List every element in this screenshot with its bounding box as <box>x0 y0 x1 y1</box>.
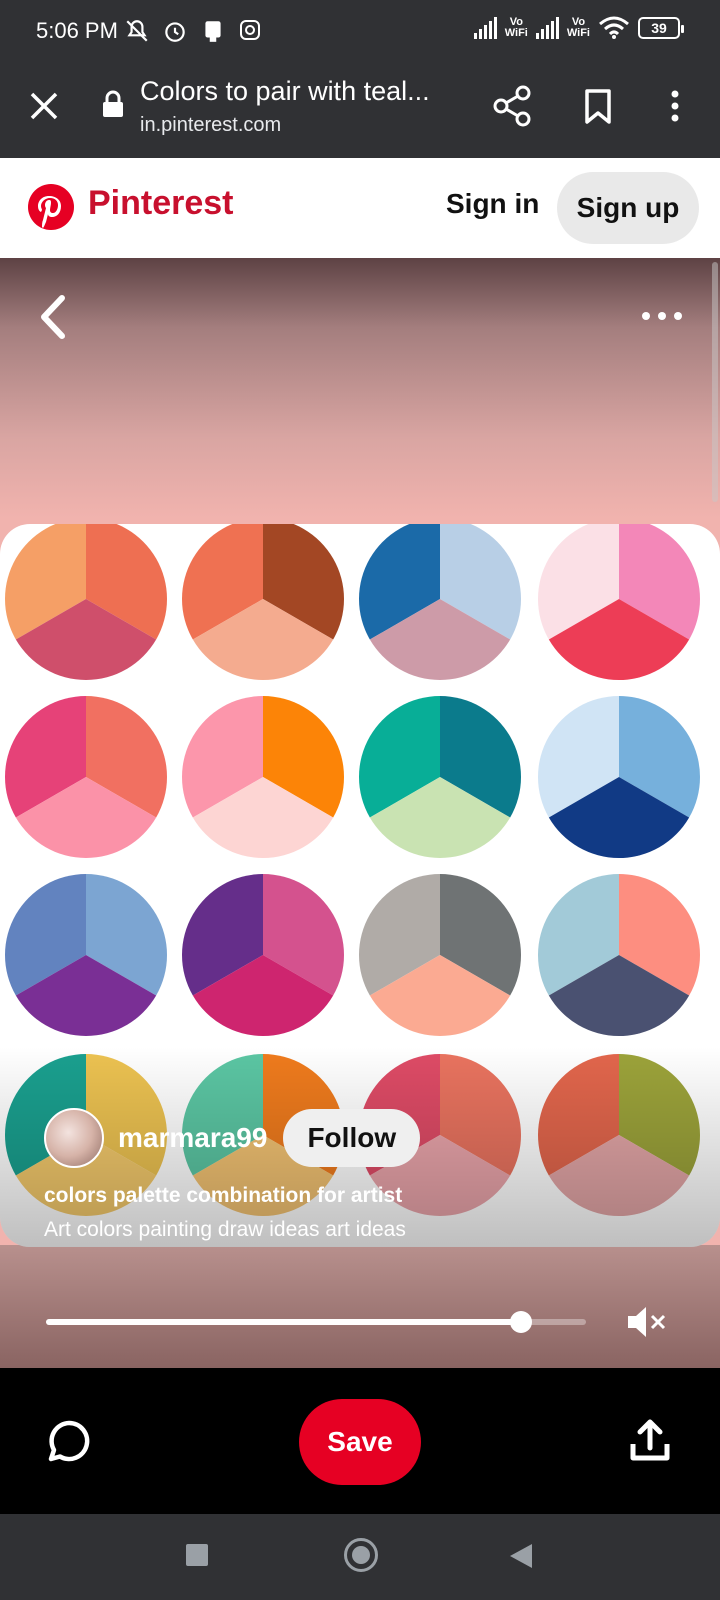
scrollbar[interactable] <box>712 262 718 502</box>
comment-icon[interactable] <box>46 1418 92 1464</box>
signal-icon <box>535 17 559 39</box>
creator-row: marmara99 Follow <box>44 1108 421 1168</box>
share-icon[interactable] <box>490 84 534 128</box>
mute-notification-icon <box>126 20 148 42</box>
page-url[interactable]: in.pinterest.com <box>140 114 281 137</box>
site-header: Pinterest Sign in Sign up <box>0 158 720 258</box>
status-bar: 5:06 PM Vo WiFi Vo WiFi 39 <box>0 0 720 64</box>
pinterest-logo-icon[interactable] <box>28 184 74 230</box>
close-icon[interactable] <box>24 86 64 126</box>
sim-icon <box>205 21 221 42</box>
pin-action-bar: Save <box>0 1368 720 1514</box>
avatar[interactable] <box>44 1108 104 1168</box>
brand-name[interactable]: Pinterest <box>88 184 234 223</box>
more-dots-icon[interactable] <box>640 306 684 326</box>
browser-tab-header: Colors to pair with teal... in.pinterest… <box>0 64 720 158</box>
save-button[interactable]: Save <box>299 1399 421 1485</box>
status-system-icons: Vo WiFi Vo WiFi 39 <box>473 16 684 40</box>
home-button[interactable] <box>344 1538 378 1572</box>
video-controls-background <box>0 1245 720 1368</box>
page-title: Colors to pair with teal... <box>140 76 430 106</box>
chevron-left-icon[interactable] <box>34 292 74 342</box>
bookmark-icon[interactable] <box>578 86 618 126</box>
speaker-muted-icon[interactable] <box>624 1302 668 1342</box>
lock-icon <box>103 90 123 117</box>
pin-description: Art colors painting draw ideas art ideas <box>44 1218 406 1241</box>
battery-indicator: 39 <box>638 17 684 39</box>
video-progress-fill <box>46 1319 522 1325</box>
sign-in-button[interactable]: Sign in <box>446 188 539 220</box>
pin-title: colors palette combination for artist <box>44 1184 403 1207</box>
nav-back-icon[interactable] <box>508 1542 534 1570</box>
sign-up-button[interactable]: Sign up <box>557 172 699 244</box>
creator-username[interactable]: marmara99 <box>118 1122 267 1154</box>
system-nav-bar <box>0 1514 720 1600</box>
vowifi-label: Vo WiFi <box>566 16 590 39</box>
status-time: 5:06 PM <box>36 18 118 43</box>
status-notification-icons <box>124 18 262 44</box>
vowifi-label: Vo WiFi <box>504 16 528 39</box>
video-progress-bar[interactable] <box>46 1311 586 1333</box>
wifi-icon <box>599 16 629 39</box>
instagram-icon <box>240 20 260 40</box>
kebab-menu-icon[interactable] <box>660 86 690 126</box>
follow-button[interactable]: Follow <box>283 1109 421 1167</box>
recents-button[interactable] <box>186 1544 208 1566</box>
alarm-icon <box>165 22 185 42</box>
signal-icon <box>473 17 497 39</box>
upload-share-icon[interactable] <box>628 1418 672 1462</box>
